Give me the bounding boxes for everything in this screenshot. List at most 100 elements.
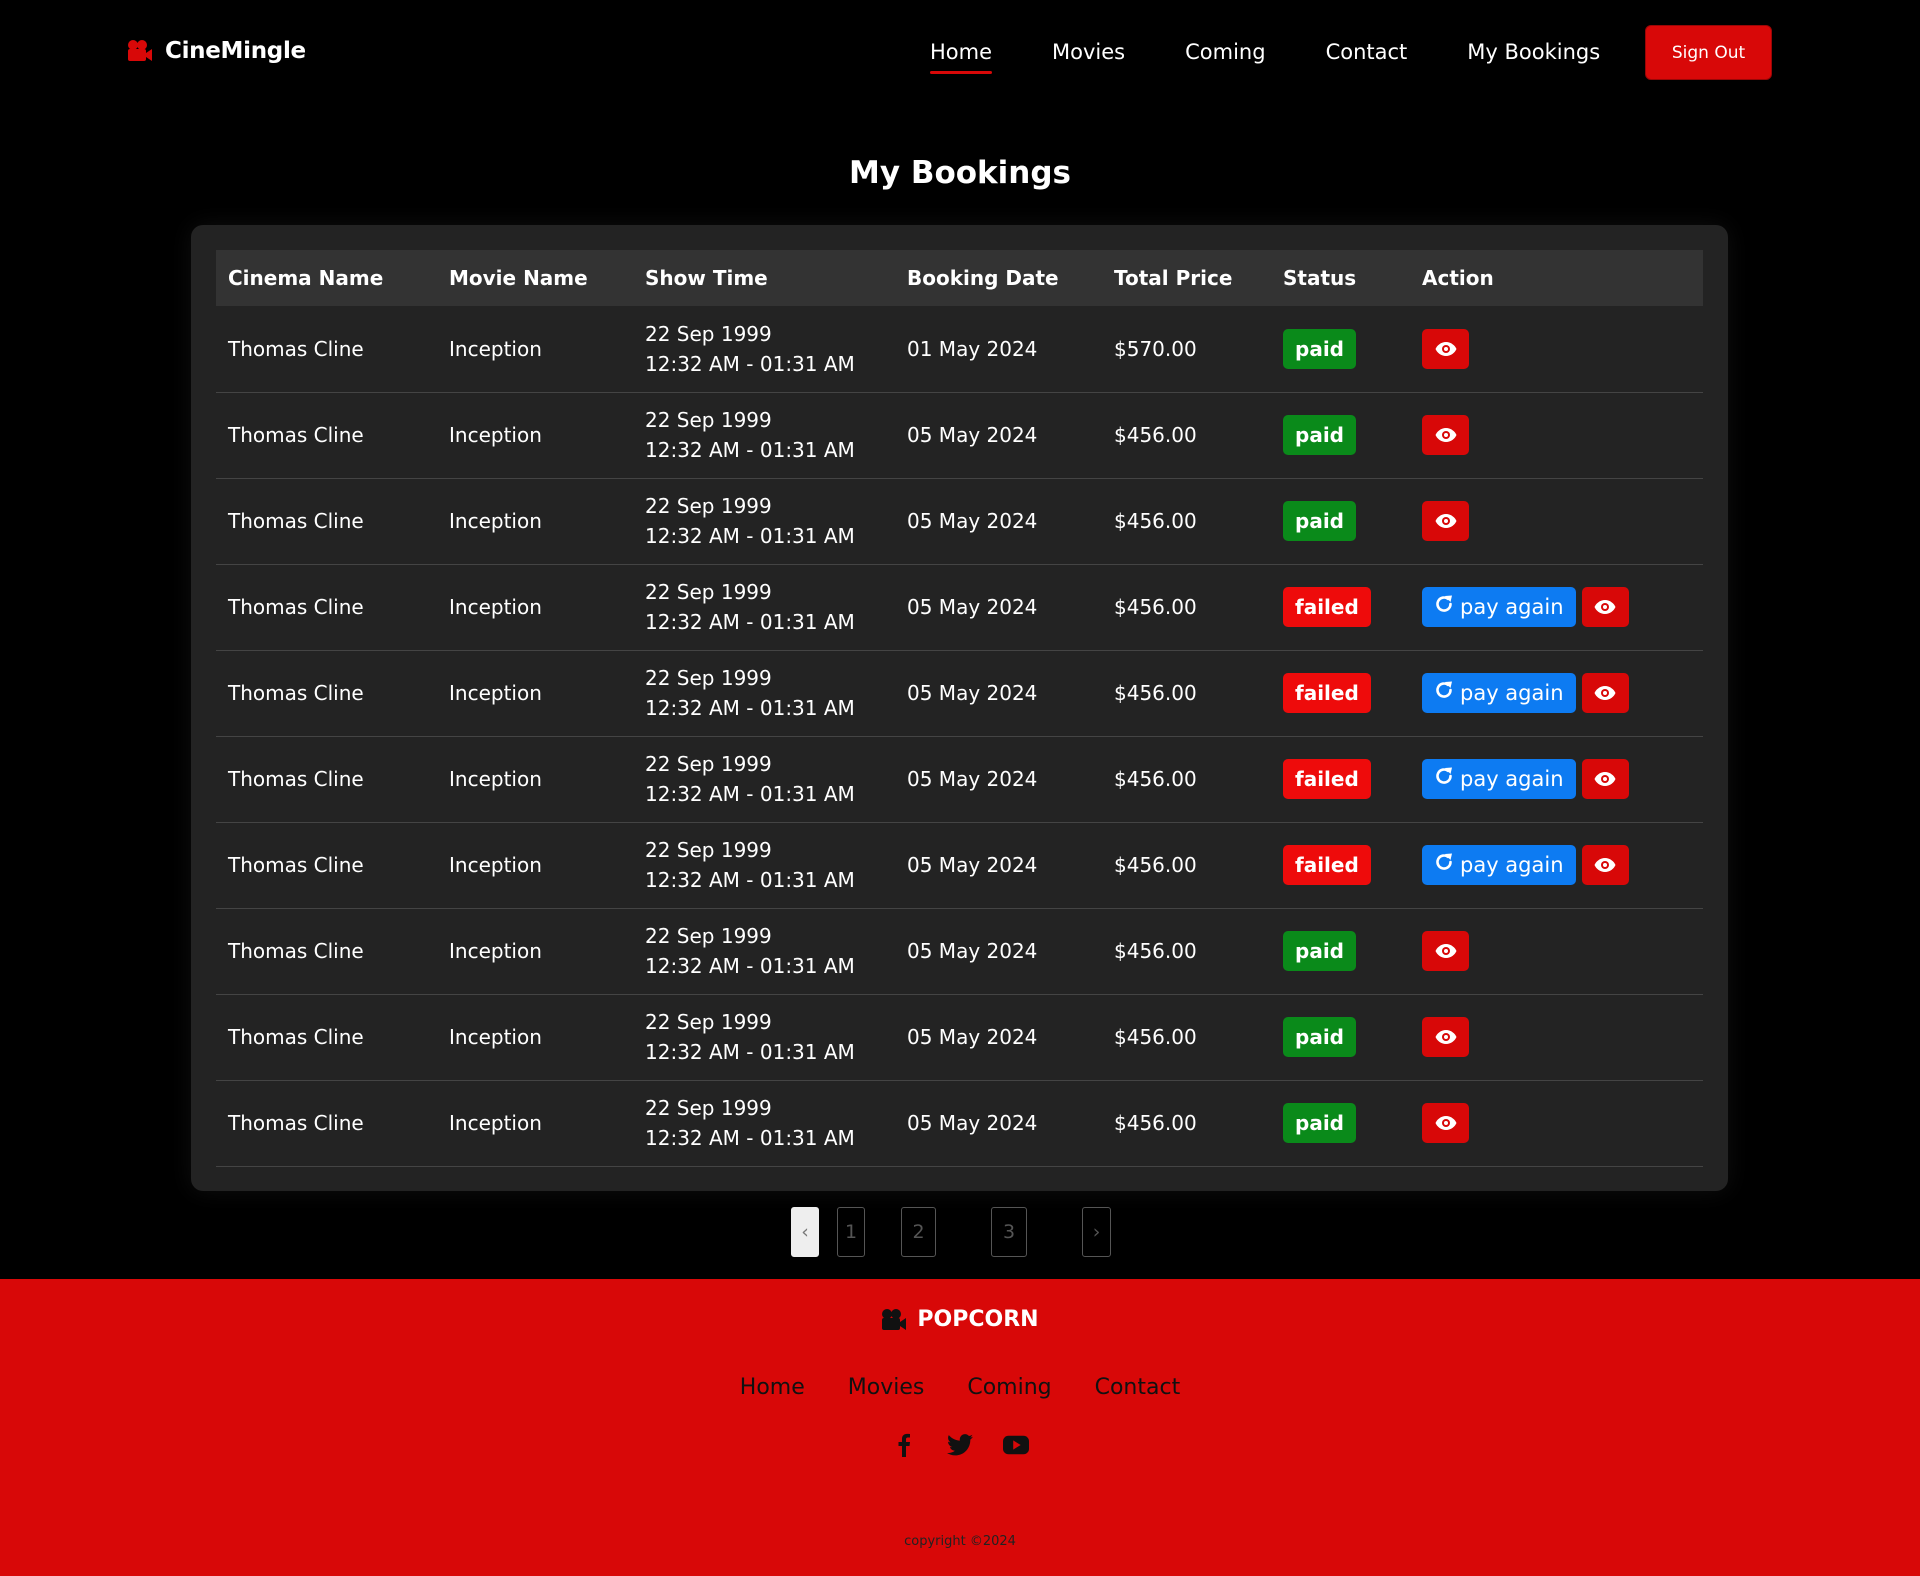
pagination-prev[interactable]: ‹ [791,1207,819,1257]
eye-icon [1594,599,1616,615]
refresh-icon [1434,678,1454,708]
status-badge: paid [1283,1017,1356,1057]
show-date: 22 Sep 1999 [645,666,772,690]
eye-icon [1594,771,1616,787]
footer-link-home[interactable]: Home [740,1375,805,1400]
column-header: Total Price [1114,266,1233,290]
facebook-icon[interactable] [891,1432,917,1458]
show-time: 22 Sep 1999 12:32 AM - 01:31 AM [633,478,895,564]
pagination-page-1[interactable]: 1 [837,1207,865,1257]
total-price: $456.00 [1114,767,1197,791]
show-time: 22 Sep 1999 12:32 AM - 01:31 AM [633,392,895,478]
table-row: Thomas Cline Inception 22 Sep 1999 12:32 AM… [216,306,1703,392]
total-price: $456.00 [1114,1025,1197,1049]
show-date: 22 Sep 1999 [645,838,772,862]
nav-movies[interactable]: Movies [1052,40,1125,74]
show-time-range: 12:32 AM - 01:31 AM [645,782,855,806]
booking-date: 05 May 2024 [907,939,1038,963]
show-date: 22 Sep 1999 [645,580,772,604]
booking-date: 05 May 2024 [907,595,1038,619]
status-badge: paid [1283,415,1356,455]
eye-icon [1435,1029,1457,1045]
nav-my-bookings[interactable]: My Bookings [1467,40,1600,74]
pay-again-button[interactable]: pay again [1422,759,1576,799]
bookings-card: Cinema Name Movie Name Show Time Booking Da… [191,225,1728,1191]
footer-link-movies[interactable]: Movies [848,1375,925,1400]
cinema-name: Thomas Cline [228,336,364,361]
action-cell [1410,392,1703,478]
status-badge: paid [1283,1103,1356,1143]
action-cell [1410,908,1703,994]
status-cell: paid [1271,392,1410,478]
row-actions: pay again [1422,759,1703,799]
action-cell: pay again [1410,736,1703,822]
view-booking-button[interactable] [1581,587,1629,627]
booking-date: 05 May 2024 [907,423,1038,447]
row-actions [1422,415,1703,455]
nav-contact[interactable]: Contact [1326,40,1408,74]
pay-again-button[interactable]: pay again [1422,845,1576,885]
pagination-page-3[interactable]: 3 [991,1207,1027,1257]
status-cell: paid [1271,306,1410,392]
show-date: 22 Sep 1999 [645,1096,772,1120]
status-badge: failed [1283,759,1371,799]
sign-out-button[interactable]: Sign Out [1645,25,1772,80]
show-time: 22 Sep 1999 12:32 AM - 01:31 AM [633,306,895,392]
show-time: 22 Sep 1999 12:32 AM - 01:31 AM [633,650,895,736]
movie-name: Inception [449,509,542,533]
top-navbar: CineMingle Home Movies Coming Contact My Boo… [0,0,1920,110]
show-time: 22 Sep 1999 12:32 AM - 01:31 AM [633,822,895,908]
booking-date: 05 May 2024 [907,509,1038,533]
view-booking-button[interactable] [1422,1017,1469,1057]
total-price: $456.00 [1114,939,1197,963]
status-cell: paid [1271,1080,1410,1166]
brand[interactable]: CineMingle [127,38,306,64]
show-time-range: 12:32 AM - 01:31 AM [645,1040,855,1064]
refresh-icon [1434,764,1454,794]
booking-date: 01 May 2024 [907,336,1038,361]
table-row: Thomas Cline Inception 22 Sep 1999 12:32 AM… [216,908,1703,994]
status-cell: paid [1271,994,1410,1080]
view-booking-button[interactable] [1422,931,1469,971]
footer-link-coming[interactable]: Coming [967,1375,1051,1400]
pagination: ‹ 1 2 3 › [0,1207,1920,1257]
view-booking-button[interactable] [1581,845,1629,885]
cinema-name: Thomas Cline [228,509,364,533]
total-price: $456.00 [1114,509,1197,533]
youtube-icon[interactable] [1003,1432,1029,1458]
eye-icon [1435,1115,1457,1131]
bookings-table: Cinema Name Movie Name Show Time Booking Da… [216,250,1703,1167]
show-time-range: 12:32 AM - 01:31 AM [645,868,855,892]
action-cell: pay again [1410,650,1703,736]
show-time-range: 12:32 AM - 01:31 AM [645,696,855,720]
movie-camera-icon [882,1308,907,1330]
view-booking-button[interactable] [1581,759,1629,799]
view-booking-button[interactable] [1422,328,1469,369]
eye-icon [1435,341,1457,357]
twitter-icon[interactable] [947,1432,973,1458]
pagination-page-2[interactable]: 2 [901,1207,936,1257]
pay-again-button[interactable]: pay again [1422,587,1576,627]
pay-again-button[interactable]: pay again [1422,673,1576,713]
cinema-name: Thomas Cline [228,853,364,877]
column-header: Show Time [645,266,768,290]
nav-coming[interactable]: Coming [1185,40,1265,74]
pagination-next[interactable]: › [1082,1207,1111,1257]
table-body: Thomas Cline Inception 22 Sep 1999 12:32 AM… [216,306,1703,1166]
view-booking-button[interactable] [1422,501,1469,541]
column-header: Status [1283,266,1357,290]
view-booking-button[interactable] [1422,1103,1469,1143]
movie-name: Inception [449,423,542,447]
table-row: Thomas Cline Inception 22 Sep 1999 12:32 AM… [216,994,1703,1080]
movie-name: Inception [449,1025,542,1049]
show-time-range: 12:32 AM - 01:31 AM [645,438,855,462]
nav-home[interactable]: Home [930,40,993,74]
footer-link-contact[interactable]: Contact [1095,1375,1181,1400]
view-booking-button[interactable] [1581,673,1629,713]
view-booking-button[interactable] [1422,415,1469,455]
status-badge: paid [1283,931,1356,971]
action-cell [1410,306,1703,392]
row-actions [1422,931,1703,971]
row-actions [1422,328,1703,369]
status-badge: paid [1283,328,1356,369]
